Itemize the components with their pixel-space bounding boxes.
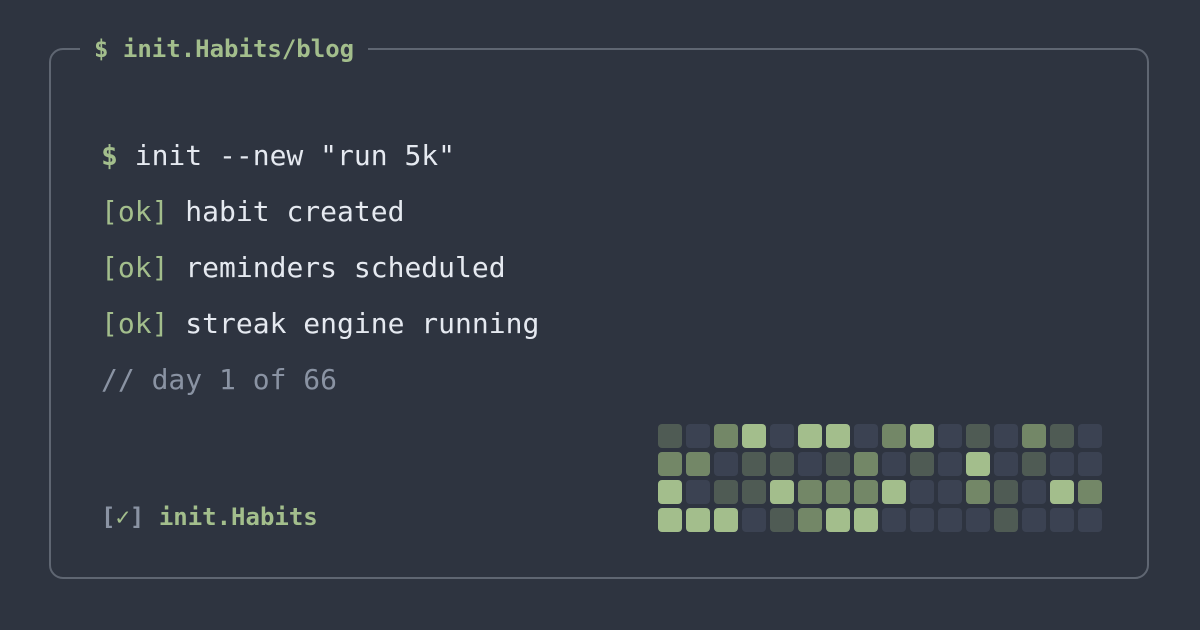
streak-cell (770, 452, 794, 476)
streak-cell (1022, 424, 1046, 448)
streak-cell (658, 480, 682, 504)
status-ok: [ok] (101, 251, 169, 284)
streak-cell (882, 480, 906, 504)
streak-cell (742, 480, 766, 504)
streak-cell (1050, 508, 1074, 532)
streak-cell (826, 508, 850, 532)
streak-grid (658, 424, 1102, 532)
brand-name: init.Habits (158, 503, 318, 531)
streak-cell (966, 508, 990, 532)
streak-cell (938, 508, 962, 532)
streak-cell (910, 480, 934, 504)
output-line: [ok] habit created (101, 184, 539, 240)
streak-cell (1022, 508, 1046, 532)
prompt-symbol: $ (101, 139, 118, 172)
streak-cell (742, 424, 766, 448)
streak-cell (966, 452, 990, 476)
streak-cell (910, 424, 934, 448)
streak-cell (798, 480, 822, 504)
streak-cell (994, 452, 1018, 476)
streak-cell (658, 424, 682, 448)
streak-cell (938, 480, 962, 504)
brand-logo: [✓] init.Habits (101, 500, 318, 534)
output-line: [ok] reminders scheduled (101, 240, 539, 296)
streak-cell (1078, 480, 1102, 504)
day-comment: // day 1 of 66 (101, 352, 539, 408)
streak-cell (1022, 480, 1046, 504)
streak-cell (826, 452, 850, 476)
streak-cell (714, 424, 738, 448)
output-line: [ok] streak engine running (101, 296, 539, 352)
status-ok: [ok] (101, 307, 169, 340)
streak-cell (994, 424, 1018, 448)
streak-cell (798, 424, 822, 448)
streak-cell (854, 508, 878, 532)
streak-cell (658, 508, 682, 532)
command-text: init --new "run 5k" (134, 139, 456, 172)
streak-cell (994, 480, 1018, 504)
streak-cell (966, 424, 990, 448)
comment-text: // day 1 of 66 (101, 363, 338, 396)
command-line: $ init --new "run 5k" (101, 128, 539, 184)
bracket-open: [ (101, 503, 116, 531)
streak-cell (910, 508, 934, 532)
streak-cell (938, 452, 962, 476)
streak-cell (714, 508, 738, 532)
streak-cell (854, 452, 878, 476)
streak-cell (1078, 424, 1102, 448)
streak-cell (826, 480, 850, 504)
streak-cell (1050, 424, 1074, 448)
streak-cell (854, 480, 878, 504)
streak-cell (882, 508, 906, 532)
bracket-close: ] (129, 503, 145, 531)
streak-cell (770, 508, 794, 532)
streak-cell (686, 508, 710, 532)
streak-cell (742, 508, 766, 532)
streak-cell (686, 452, 710, 476)
streak-cell (686, 480, 710, 504)
streak-cell (1078, 508, 1102, 532)
streak-cell (938, 424, 962, 448)
streak-cell (910, 452, 934, 476)
streak-cell (966, 480, 990, 504)
streak-cell (770, 424, 794, 448)
streak-cell (770, 480, 794, 504)
streak-cell (826, 424, 850, 448)
streak-cell (798, 508, 822, 532)
streak-cell (994, 508, 1018, 532)
streak-cell (742, 452, 766, 476)
streak-cell (882, 452, 906, 476)
streak-cell (1078, 452, 1102, 476)
streak-cell (1022, 452, 1046, 476)
streak-cell (1050, 452, 1074, 476)
streak-cell (1050, 480, 1074, 504)
streak-cell (714, 480, 738, 504)
output-message: streak engine running (185, 307, 540, 340)
terminal-output: $ init --new "run 5k" [ok] habit created… (101, 128, 539, 408)
streak-cell (854, 424, 878, 448)
frame-title: $ init.Habits/blog (80, 32, 369, 66)
status-ok: [ok] (101, 195, 169, 228)
check-icon: ✓ (115, 503, 130, 531)
streak-cell (686, 424, 710, 448)
streak-cell (798, 452, 822, 476)
streak-cell (658, 452, 682, 476)
streak-cell (714, 452, 738, 476)
streak-cell (882, 424, 906, 448)
output-message: reminders scheduled (185, 251, 506, 284)
output-message: habit created (185, 195, 405, 228)
